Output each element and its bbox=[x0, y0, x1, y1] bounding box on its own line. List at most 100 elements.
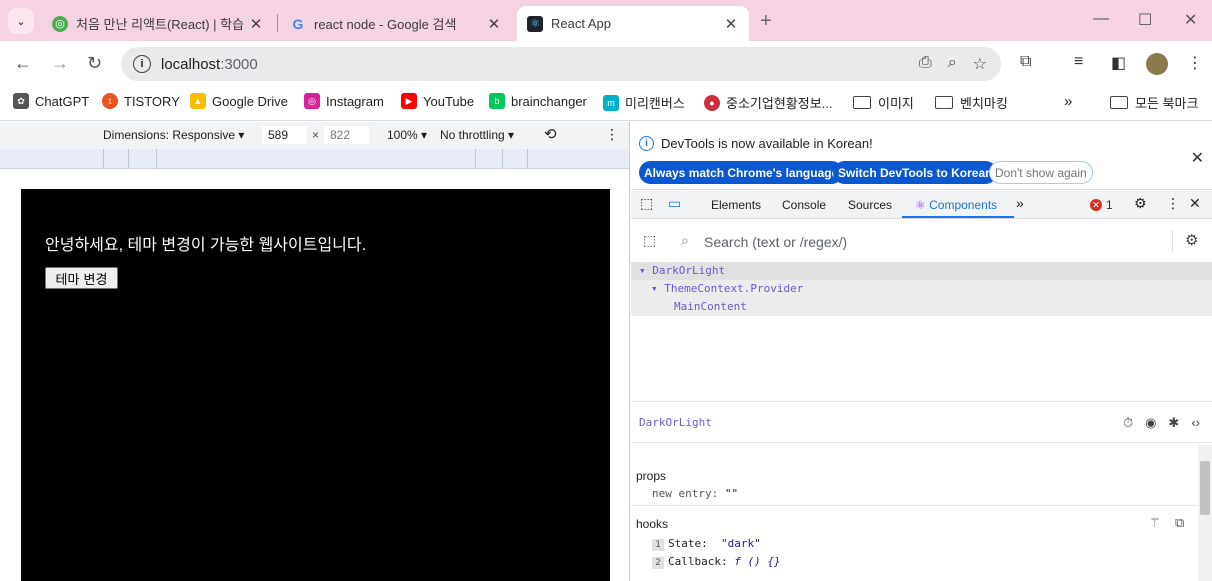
hooks-section: hooks ⚚ ⧉ 1 State: "dark" 2 Callback: f ()… bbox=[631, 510, 1198, 570]
bookmark-sme-info[interactable]: ● 중소기업현황정보... bbox=[704, 93, 833, 112]
inspected-component-header: DarkOrLight ⏱ ◉ ✱ ‹› bbox=[631, 401, 1212, 443]
bookmark-instagram[interactable]: ◎ Instagram bbox=[304, 93, 384, 109]
avatar[interactable] bbox=[1146, 53, 1168, 75]
hooks-title: hooks bbox=[636, 517, 669, 531]
course-icon: ◎ bbox=[52, 15, 68, 32]
language-infobar: i DevTools is now available in Korean! A… bbox=[631, 122, 1212, 190]
always-match-language-button[interactable]: Always match Chrome's language bbox=[639, 161, 844, 184]
minimize-icon[interactable]: — bbox=[1093, 10, 1109, 28]
select-component-icon[interactable]: ⬚ bbox=[643, 232, 656, 249]
bookmark-folder-benchmark[interactable]: 벤치마킹 bbox=[935, 93, 1008, 112]
device-emulation-pane: Dimensions: Responsive ▾ 589 × 822 100% … bbox=[0, 122, 630, 581]
bookmarks-overflow-icon[interactable]: » bbox=[1064, 93, 1072, 110]
devtools-menu-icon[interactable]: ⋮ bbox=[1166, 195, 1180, 212]
youtube-icon: ▶ bbox=[401, 93, 417, 109]
rotate-icon[interactable]: ⟲ bbox=[544, 125, 557, 143]
new-tab-icon[interactable]: + bbox=[760, 10, 772, 33]
bookmark-brainchanger[interactable]: b brainchanger bbox=[489, 93, 587, 109]
tab-console[interactable]: Console bbox=[782, 198, 826, 212]
zoom-select[interactable]: 100% ▾ bbox=[387, 128, 427, 142]
view-source-icon[interactable]: ‹› bbox=[1191, 415, 1200, 431]
eye-icon[interactable]: ◉ bbox=[1145, 415, 1156, 431]
close-tab-icon[interactable]: ✕ bbox=[486, 15, 502, 33]
device-toggle-icon[interactable]: ▭ bbox=[668, 195, 681, 212]
url-text[interactable]: localhost:3000 bbox=[161, 56, 258, 73]
height-input[interactable]: 822 bbox=[324, 126, 369, 144]
bookmark-youtube[interactable]: ▶ YouTube bbox=[401, 93, 474, 109]
active-tab-indicator bbox=[902, 216, 1014, 218]
device-more-icon[interactable]: ⋮ bbox=[605, 126, 619, 143]
window-close-icon[interactable]: ✕ bbox=[1184, 10, 1197, 30]
tab-divider bbox=[277, 14, 278, 32]
tab-google-search[interactable]: G react node - Google 검색 ✕ bbox=[280, 6, 512, 41]
tab-elements[interactable]: Elements bbox=[711, 198, 761, 212]
inspector-scrollbar[interactable] bbox=[1198, 445, 1212, 581]
theme-toggle-button[interactable]: 테마 변경 bbox=[45, 267, 118, 289]
more-tabs-icon[interactable]: » bbox=[1016, 195, 1024, 211]
folder-icon bbox=[853, 96, 871, 109]
bookmark-tistory[interactable]: t TISTORY bbox=[102, 93, 180, 109]
inspect-element-icon[interactable]: ⬚ bbox=[640, 195, 653, 212]
bookmark-google-drive[interactable]: ▲ Google Drive bbox=[190, 93, 288, 109]
tree-node-maincontent[interactable]: MainContent bbox=[674, 300, 747, 313]
tab-search-button[interactable]: ⌄ bbox=[8, 8, 34, 34]
gov-icon: ● bbox=[704, 94, 720, 111]
maximize-icon[interactable]: ☐ bbox=[1138, 10, 1152, 30]
close-tab-icon[interactable]: ✕ bbox=[723, 15, 739, 33]
side-panel-icon[interactable]: ◧ bbox=[1111, 53, 1126, 73]
settings-gear-icon[interactable]: ⚙ bbox=[1134, 195, 1147, 212]
reload-icon[interactable]: ↻ bbox=[87, 53, 102, 74]
close-tab-icon[interactable]: ✕ bbox=[248, 15, 264, 33]
install-app-icon[interactable]: ⎙ bbox=[919, 54, 932, 74]
new-prop-entry[interactable]: new entry: "" bbox=[652, 487, 738, 500]
chevron-down-icon: ⌄ bbox=[16, 15, 26, 28]
bug-icon[interactable]: ✱ bbox=[1168, 415, 1179, 431]
width-input[interactable]: 589 bbox=[262, 126, 307, 144]
stopwatch-icon[interactable]: ⏱ bbox=[1123, 415, 1133, 431]
search-input[interactable]: Search (text or /regex/) bbox=[704, 234, 847, 250]
star-icon[interactable]: ☆ bbox=[973, 54, 987, 74]
menu-icon[interactable]: ⋮ bbox=[1187, 53, 1203, 73]
inspected-component-name: DarkOrLight bbox=[639, 416, 712, 429]
zoom-icon[interactable]: ⌕ bbox=[948, 54, 957, 74]
extensions-icon[interactable]: ⧉ bbox=[1020, 53, 1031, 71]
copy-icon[interactable]: ⧉ bbox=[1175, 515, 1184, 531]
props-title: props bbox=[636, 469, 667, 483]
drive-icon: ▲ bbox=[190, 93, 206, 109]
tab-components[interactable]: ⚛ Components bbox=[915, 198, 997, 212]
bookmark-miricanvas[interactable]: m 미리캔버스 bbox=[603, 93, 685, 112]
omnibox-icons: ⎙ ⌕ ☆ bbox=[919, 54, 987, 74]
bookmark-folder-images[interactable]: 이미지 bbox=[853, 93, 914, 112]
google-icon: G bbox=[292, 15, 304, 32]
media-query-ruler bbox=[0, 149, 629, 169]
component-settings-icon[interactable]: ⚙ bbox=[1185, 231, 1198, 249]
error-counter[interactable]: ✕ 1 bbox=[1090, 198, 1113, 212]
tree-node-themecontext-provider[interactable]: ▾ ThemeContext.Provider bbox=[651, 282, 803, 295]
bookmark-chatgpt[interactable]: ✿ ChatGPT bbox=[13, 93, 89, 109]
address-bar[interactable]: i localhost:3000 ⎙ ⌕ ☆ bbox=[121, 47, 1001, 81]
miricanvas-icon: m bbox=[603, 94, 619, 111]
dont-show-again-button[interactable]: Don't show again bbox=[989, 161, 1093, 184]
forward-icon[interactable]: → bbox=[51, 53, 69, 74]
greeting-text: 안녕하세요, 테마 변경이 가능한 웹사이트입니다. bbox=[45, 237, 367, 254]
instagram-icon: ◎ bbox=[304, 93, 320, 109]
hook-row[interactable]: 2 Callback: f () {} bbox=[652, 555, 781, 569]
throttle-select[interactable]: No throttling ▾ bbox=[440, 128, 514, 142]
error-icon: ✕ bbox=[1090, 199, 1102, 211]
react-components-icon: ⚛ bbox=[915, 198, 926, 212]
hook-row[interactable]: 1 State: "dark" bbox=[652, 537, 761, 551]
tab-react-app[interactable]: ⚛ React App ✕ bbox=[517, 6, 749, 41]
back-icon[interactable]: ← bbox=[14, 53, 32, 74]
switch-to-korean-button[interactable]: Switch DevTools to Korean bbox=[833, 161, 998, 184]
devtools-close-icon[interactable]: ✕ bbox=[1189, 195, 1201, 212]
tab-sources[interactable]: Sources bbox=[848, 198, 892, 212]
bookmarks-bar: ✿ ChatGPT t TISTORY ▲ Google Drive ◎ Instagr… bbox=[0, 87, 1212, 121]
media-icon[interactable]: ≡ bbox=[1074, 53, 1083, 71]
infobar-close-icon[interactable]: ✕ bbox=[1191, 148, 1204, 168]
dimensions-select[interactable]: Dimensions: Responsive ▾ bbox=[103, 128, 244, 142]
bookmark-all-bookmarks[interactable]: 모든 북마크 bbox=[1110, 93, 1198, 112]
parse-hooks-icon[interactable]: ⚚ bbox=[1149, 515, 1161, 531]
tab-course[interactable]: ◎ 처음 만난 리액트(React) | 학습 ✕ bbox=[42, 6, 274, 41]
tree-node-darkorlight[interactable]: ▾ DarkOrLight bbox=[639, 264, 725, 277]
site-info-icon[interactable]: i bbox=[133, 55, 151, 73]
